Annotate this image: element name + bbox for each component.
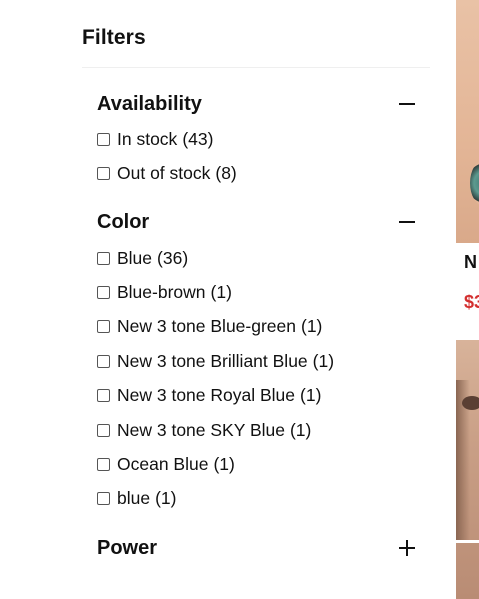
color-group-label: Color — [97, 210, 150, 233]
filter-option-label: Out of stock — [117, 162, 211, 183]
filter-option-count: (43) — [182, 128, 214, 149]
filter-option-new-3-tone-blue-green[interactable]: New 3 tone Blue-green (1) — [97, 315, 322, 337]
filter-option-blue-lowercase[interactable]: blue (1) — [97, 487, 176, 509]
filter-option-new-3-tone-sky-blue[interactable]: New 3 tone SKY Blue (1) — [97, 419, 311, 441]
filter-option-out-of-stock[interactable]: Out of stock (8) — [97, 162, 237, 184]
power-group-header[interactable]: Power — [97, 534, 417, 562]
checkbox[interactable] — [97, 491, 110, 505]
filter-option-count: (1) — [300, 384, 322, 405]
filters-divider — [82, 67, 430, 68]
minus-icon[interactable] — [399, 214, 415, 230]
filter-option-blue-brown[interactable]: Blue-brown (1) — [97, 281, 232, 303]
plus-icon[interactable] — [399, 540, 415, 556]
filter-option-in-stock[interactable]: In stock (43) — [97, 128, 213, 150]
filter-option-count: (8) — [215, 162, 237, 183]
color-group-header[interactable]: Color — [97, 208, 417, 236]
filter-option-label: New 3 tone SKY Blue — [117, 419, 285, 440]
filter-option-count: (1) — [213, 453, 235, 474]
filter-option-label: New 3 tone Blue-green — [117, 315, 296, 336]
filter-option-label: New 3 tone Royal Blue — [117, 384, 296, 405]
checkbox[interactable] — [97, 285, 110, 299]
product-name[interactable]: N — [464, 252, 477, 273]
checkbox[interactable] — [97, 423, 110, 437]
filter-option-ocean-blue[interactable]: Ocean Blue (1) — [97, 453, 235, 475]
product-image[interactable] — [456, 0, 479, 243]
filter-option-new-3-tone-brilliant-blue[interactable]: New 3 tone Brilliant Blue (1) — [97, 350, 334, 372]
checkbox[interactable] — [97, 251, 110, 265]
availability-group-header[interactable]: Availability — [97, 90, 417, 118]
image-divider — [456, 540, 479, 543]
model-eye-image — [462, 396, 479, 410]
checkbox[interactable] — [97, 166, 110, 180]
filter-option-blue[interactable]: Blue (36) — [97, 247, 188, 269]
power-group-label: Power — [97, 536, 158, 559]
filter-option-label: Ocean Blue — [117, 453, 209, 474]
checkbox[interactable] — [97, 457, 110, 471]
filter-option-count: (1) — [289, 419, 312, 440]
minus-icon[interactable] — [399, 96, 415, 112]
filter-option-new-3-tone-royal-blue[interactable]: New 3 tone Royal Blue (1) — [97, 384, 321, 406]
product-price: $3 — [464, 292, 479, 312]
filter-option-label: blue — [117, 487, 151, 508]
filter-option-label: Blue-brown — [117, 281, 206, 302]
filters-title: Filters — [82, 26, 146, 49]
filter-option-count: (1) — [155, 487, 177, 508]
filter-option-label: Blue — [117, 247, 153, 268]
contact-lens-image — [470, 160, 479, 206]
product-grid-peek: N $3 — [456, 0, 479, 599]
checkbox[interactable] — [97, 132, 110, 146]
checkbox[interactable] — [97, 388, 110, 402]
filter-option-count: (1) — [301, 315, 323, 336]
filter-option-label: New 3 tone Brilliant Blue — [117, 350, 308, 371]
checkbox[interactable] — [97, 319, 110, 333]
checkbox[interactable] — [97, 354, 110, 368]
filter-option-count: (1) — [312, 350, 335, 371]
filter-option-count: (36) — [157, 247, 189, 268]
filter-option-count: (1) — [210, 281, 232, 302]
availability-group-label: Availability — [97, 92, 202, 115]
filter-option-label: In stock — [117, 128, 178, 149]
